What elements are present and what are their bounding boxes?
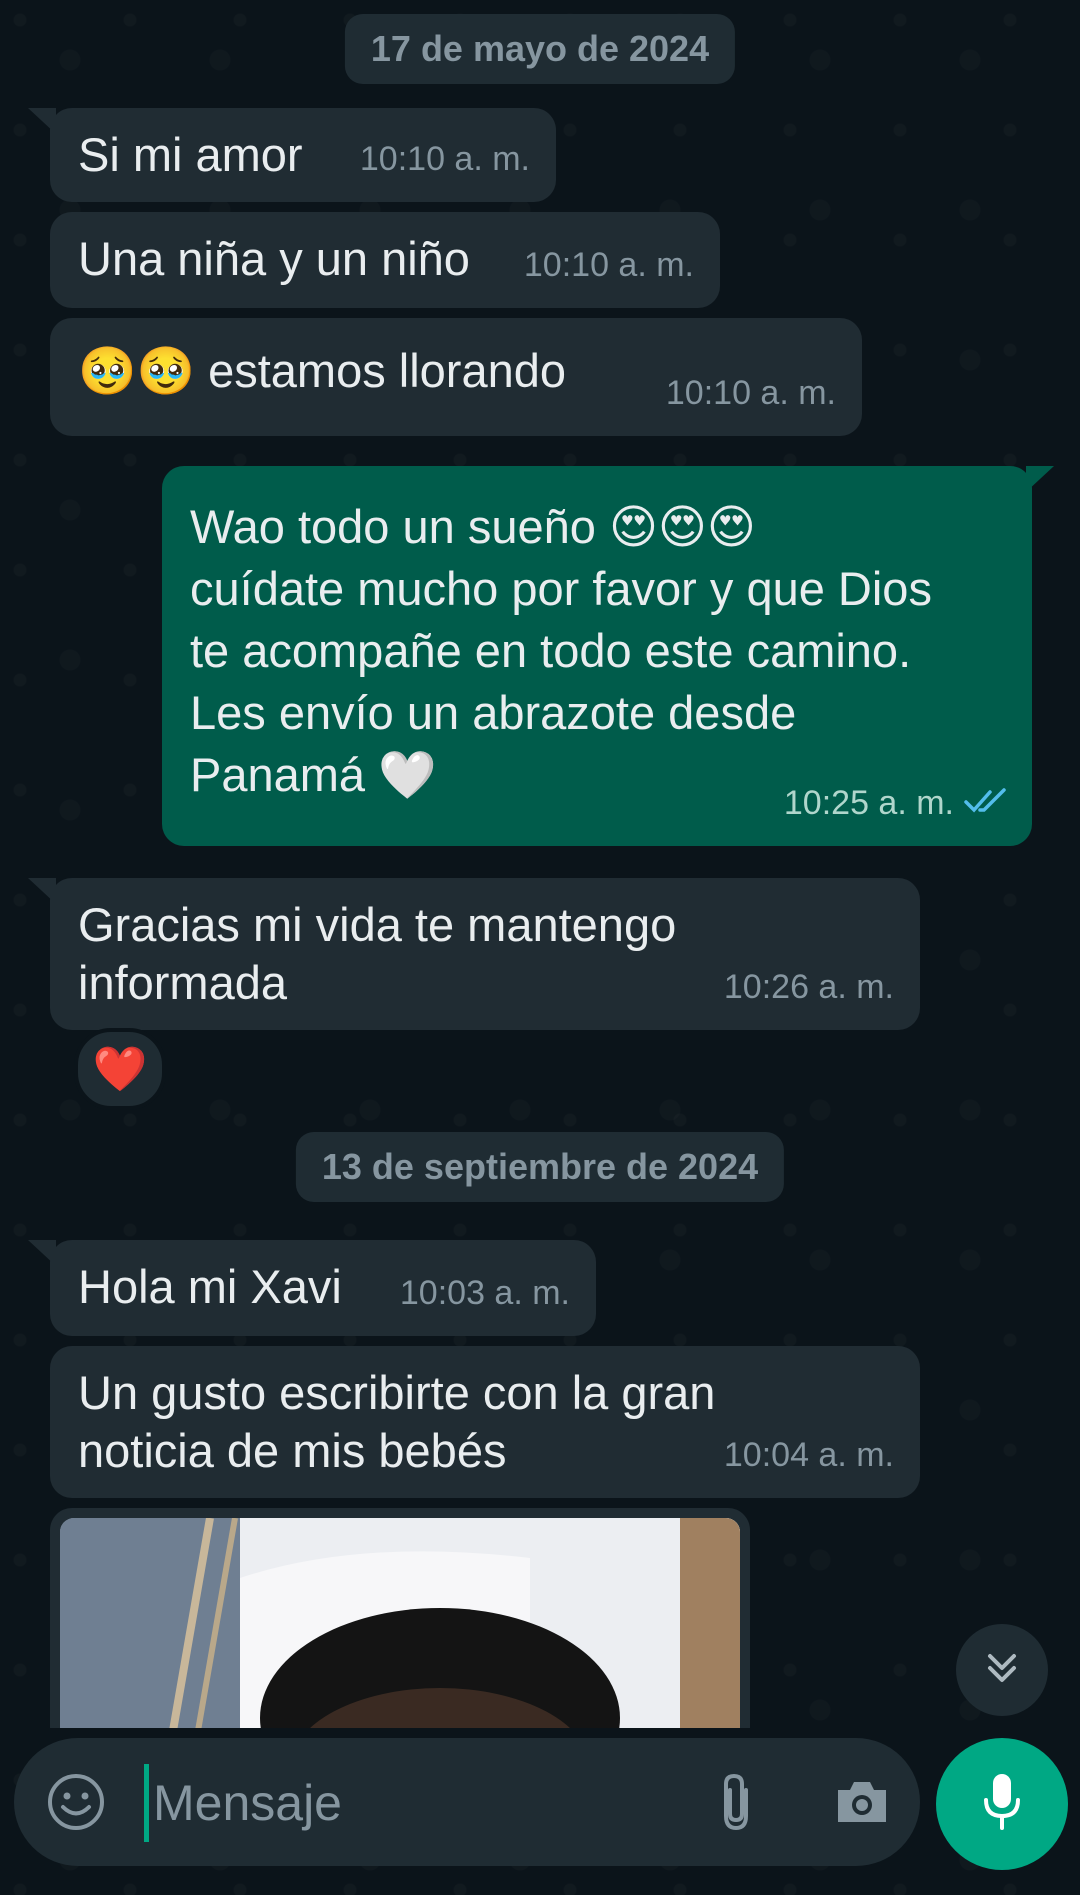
message-time: 10:04 a. m. (723, 1436, 894, 1474)
image-message[interactable] (50, 1508, 750, 1728)
message-text: Un gusto escribirte con la gran noticia … (78, 1366, 716, 1477)
microphone-icon (978, 1770, 1026, 1839)
message-time: 10:10 a. m. (665, 374, 836, 412)
message-input[interactable] (144, 1764, 675, 1842)
incoming-message[interactable]: 🥹🥹 estamos llorando 10:10 a. m. (50, 318, 862, 436)
date-separator: 13 de septiembre de 2024 (295, 1132, 785, 1202)
message-text: Gracias mi vida te mantengo informada (78, 898, 677, 1009)
message-text: Wao todo un sueño 😍😍😍 cuídate mucho por … (190, 500, 932, 801)
message-text: Hola mi Xavi (78, 1260, 342, 1313)
message-time: 10:03 a. m. (399, 1274, 570, 1312)
paperclip-icon[interactable] (702, 1768, 770, 1836)
baby-photo[interactable] (60, 1518, 740, 1728)
message-time: 10:10 a. m. (523, 246, 694, 284)
emoji-icon[interactable] (42, 1768, 110, 1836)
double-check-icon (964, 770, 1010, 828)
reaction-heart[interactable]: ❤️ (74, 1028, 166, 1110)
camera-icon[interactable] (828, 1768, 896, 1836)
double-chevron-down-icon (980, 1646, 1024, 1695)
outgoing-message[interactable]: Wao todo un sueño 😍😍😍 cuídate mucho por … (162, 466, 1054, 846)
incoming-message[interactable]: Gracias mi vida te mantengo informada 10… (28, 878, 920, 1030)
scroll-down-button[interactable] (956, 1624, 1048, 1716)
message-composer (14, 1738, 920, 1866)
message-time: 10:25 a. m. (783, 784, 954, 822)
microphone-button[interactable] (936, 1738, 1068, 1870)
date-separator: 17 de mayo de 2024 (344, 14, 736, 84)
message-time: 10:10 a. m. (359, 140, 530, 178)
incoming-message[interactable]: Una niña y un niño 10:10 a. m. (50, 212, 720, 308)
incoming-message[interactable]: Un gusto escribirte con la gran noticia … (50, 1346, 920, 1498)
message-text: Una niña y un niño (78, 232, 470, 285)
incoming-message[interactable]: Hola mi Xavi 10:03 a. m. (28, 1240, 596, 1336)
incoming-message[interactable]: Si mi amor 10:10 a. m. (28, 108, 556, 202)
message-text: 🥹🥹 estamos llorando (78, 344, 567, 397)
message-time: 10:26 a. m. (723, 968, 894, 1006)
message-text: Si mi amor (78, 128, 303, 181)
